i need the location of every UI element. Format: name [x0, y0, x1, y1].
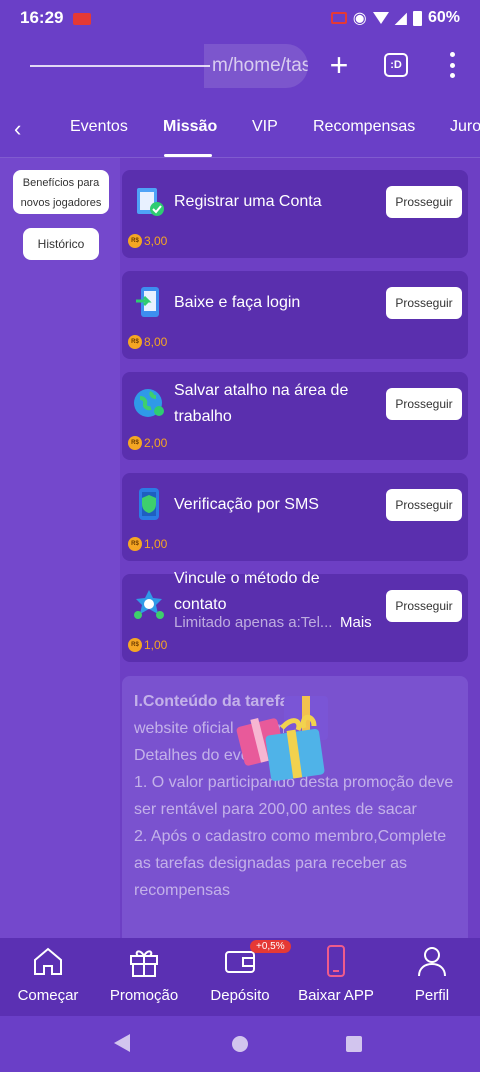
proceed-button[interactable]: Prosseguir — [386, 287, 462, 319]
new-tab-button[interactable]: + — [324, 49, 354, 81]
new-players-label-1: Benefícios para — [22, 177, 100, 189]
reward-value: 1,00 — [144, 537, 168, 551]
tab-switcher-button[interactable]: :D — [384, 53, 408, 77]
tab-vip[interactable]: VIP — [252, 118, 278, 136]
nav-comecar[interactable]: Começar — [0, 944, 96, 1004]
nav-perfil[interactable]: Perfil — [384, 944, 480, 1004]
address-loading-line — [30, 65, 210, 67]
active-tab-indicator — [164, 154, 212, 157]
phone-download-icon — [136, 287, 159, 317]
coin-icon: R$ — [128, 638, 142, 652]
nav-label: Baixar APP — [298, 987, 374, 1004]
address-bar[interactable]: m/home/tas — [12, 44, 308, 88]
coin-icon: R$ — [128, 436, 142, 450]
new-players-benefits-button[interactable]: Benefícios para novos jogadores — [13, 170, 109, 214]
history-button[interactable]: Histórico — [23, 228, 99, 260]
system-home-icon[interactable] — [232, 1036, 248, 1052]
coin-icon: R$ — [128, 234, 142, 248]
nav-deposito[interactable]: Depósito — [192, 944, 288, 1004]
mission-card: Vincule o método de contato Limitado ape… — [122, 570, 468, 662]
battery-percent: 60% — [427, 9, 460, 26]
shield-phone-icon — [139, 488, 159, 520]
tab-missao[interactable]: Missão — [163, 118, 217, 136]
battery-icon — [412, 10, 422, 26]
nav-baixar-app[interactable]: Baixar APP — [288, 944, 384, 1004]
deposit-bonus-badge: +0,5% — [250, 940, 291, 953]
mission-reward: R$ 1,00 — [128, 537, 167, 551]
mission-title: Salvar atalho na área de trabalho — [174, 382, 349, 425]
mission-title: Baixe e faça login — [174, 294, 301, 311]
mission-card: Baixe e faça login Prosseguir R$ 8,00 — [122, 271, 468, 359]
status-bar: 16:29 ◉ ◢ 60% — [0, 0, 480, 36]
mission-reward: R$ 8,00 — [128, 335, 167, 349]
signal-icon: ◢ — [394, 10, 407, 27]
home-icon — [34, 947, 62, 975]
phone-icon — [327, 945, 345, 977]
mission-title: Registrar uma Conta — [174, 193, 322, 210]
nav-label: Promoção — [109, 987, 179, 1004]
nav-label: Depósito — [210, 987, 270, 1004]
globe-icon — [134, 389, 164, 417]
new-players-label-2: novos jogadores — [20, 197, 102, 209]
task-description: I.Conteúdo da tarefa: website oficial ..… — [122, 676, 468, 938]
gift-box-icon[interactable] — [234, 688, 344, 788]
menu-icon[interactable] — [440, 52, 464, 78]
browser-toolbar: m/home/tas + :D — [0, 36, 480, 98]
coin-icon: R$ — [128, 537, 142, 551]
nav-label: Perfil — [414, 987, 450, 1004]
status-time: 16:29 — [20, 8, 64, 27]
status-icons: ◉ ◢ 60% — [330, 8, 460, 28]
coin-icon: R$ — [128, 335, 142, 349]
mission-list: Registrar uma Conta Prosseguir R$ 3,00 B… — [120, 158, 480, 938]
reward-value: 2,00 — [144, 436, 168, 450]
more-link[interactable]: Mais — [340, 614, 372, 631]
proceed-button[interactable]: Prosseguir — [386, 388, 462, 420]
mission-reward: R$ 1,00 — [128, 638, 167, 652]
mission-title: Verificação por SMS — [174, 496, 319, 513]
mission-sidebar: Benefícios para novos jogadores Históric… — [0, 158, 120, 938]
user-icon — [418, 947, 446, 977]
mission-subtitle: Limitado apenas a:Tel... — [174, 614, 333, 631]
system-navigation — [0, 1016, 480, 1072]
clipboard-check-icon — [137, 188, 164, 216]
task-line: 2. Após o cadastro como membro,Complete … — [134, 828, 447, 899]
vibrate-icon: ◉ — [352, 10, 367, 27]
nav-label: Começar — [17, 987, 79, 1004]
contact-icon — [134, 590, 164, 619]
proceed-button[interactable]: Prosseguir — [386, 489, 462, 521]
gift-icon — [130, 950, 158, 977]
address-text: m/home/tas — [204, 44, 308, 88]
section-tabs: ‹ Eventos Missão VIP Recompensas Juros — [0, 98, 480, 158]
system-back-icon[interactable] — [114, 1034, 130, 1052]
reward-value: 1,00 — [144, 638, 168, 652]
screen-record-icon — [73, 12, 92, 25]
reward-value: 3,00 — [144, 234, 168, 248]
mission-reward: R$ 3,00 — [128, 234, 167, 248]
tab-recompensas[interactable]: Recompensas — [313, 118, 415, 136]
mission-title: Vincule o método de contato — [174, 570, 320, 613]
tab-eventos[interactable]: Eventos — [70, 118, 128, 136]
mission-card: Verificação por SMS Prosseguir R$ 1,00 — [122, 473, 468, 561]
reward-value: 8,00 — [144, 335, 168, 349]
wifi-icon — [372, 12, 389, 24]
tab-juros[interactable]: Juros — [450, 118, 480, 136]
proceed-button[interactable]: Prosseguir — [386, 590, 462, 622]
mission-reward: R$ 2,00 — [128, 436, 167, 450]
mission-card: Registrar uma Conta Prosseguir R$ 3,00 — [122, 170, 468, 258]
back-chevron-icon[interactable]: ‹ — [14, 116, 21, 142]
proceed-button[interactable]: Prosseguir — [386, 186, 462, 218]
nav-promocao[interactable]: Promoção — [96, 944, 192, 1004]
cast-icon — [330, 12, 347, 24]
bottom-navigation: Começar Promoção Depósito Baixar APP Per… — [0, 938, 480, 1016]
mission-card: Salvar atalho na área de trabalho Prosse… — [122, 372, 468, 460]
system-recents-icon[interactable] — [346, 1036, 362, 1052]
